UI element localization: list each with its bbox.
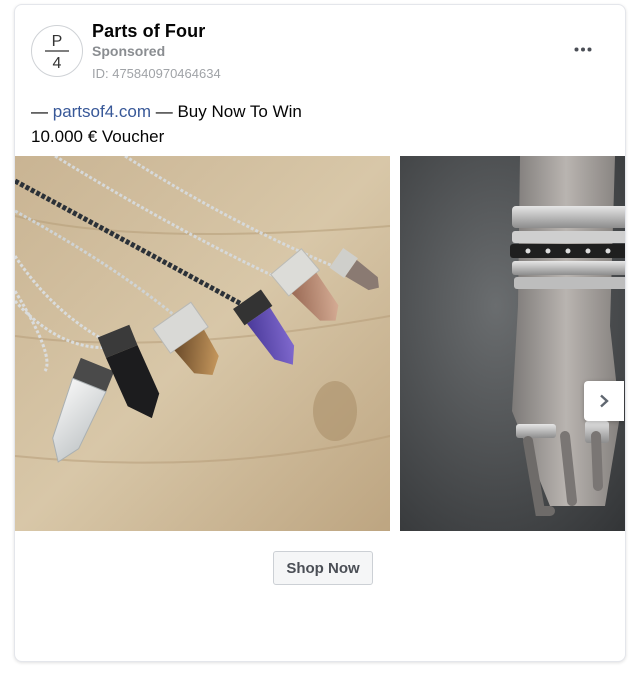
ad-website-link[interactable]: partsof4.com (53, 102, 151, 121)
shop-now-button[interactable]: Shop Now (273, 551, 373, 585)
necklaces-image (15, 156, 390, 531)
carousel-slide-2[interactable] (400, 156, 625, 531)
more-dots-icon (574, 47, 592, 51)
page-name-link[interactable]: Parts of Four (92, 21, 205, 42)
ad-body-text: — partsof4.com — Buy Now To Win 10.000 €… (31, 99, 611, 149)
ad-text-line-2: 10.000 € Voucher (31, 127, 165, 146)
image-carousel (15, 156, 625, 531)
ad-text-prefix: — (31, 102, 53, 121)
avatar-letter-bottom: 4 (53, 55, 62, 72)
chevron-right-icon (600, 394, 609, 408)
parts-of-four-logo: P 4 (45, 33, 69, 72)
carousel-slide-1[interactable] (15, 156, 390, 531)
bracelets-image (400, 156, 625, 531)
ad-id-label: ID: 475840970464634 (92, 66, 221, 81)
carousel-next-button[interactable] (584, 381, 624, 421)
avatar-letter-top: P (52, 33, 63, 50)
more-options-button[interactable] (567, 37, 599, 61)
ad-text-suffix: — Buy Now To Win (151, 102, 302, 121)
page-avatar[interactable]: P 4 (31, 25, 83, 77)
ad-card: P 4 Parts of Four Sponsored ID: 47584097… (14, 4, 626, 662)
sponsored-label[interactable]: Sponsored (92, 43, 165, 59)
ad-text-line-1: — partsof4.com — Buy Now To Win (31, 99, 611, 124)
